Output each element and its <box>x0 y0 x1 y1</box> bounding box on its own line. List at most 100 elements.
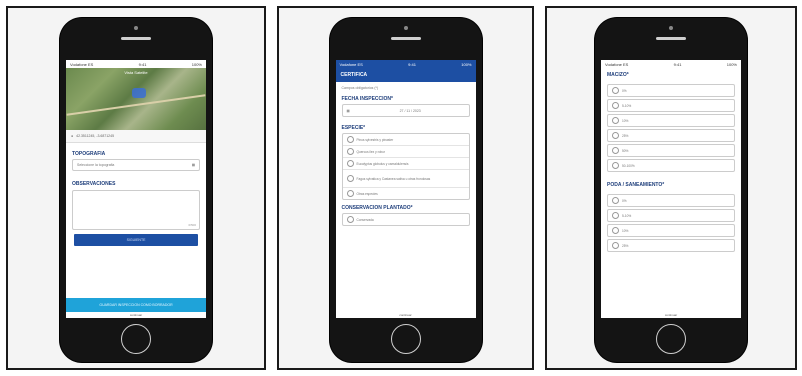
status-bar: Vodafone ES 9:41 100% <box>601 60 741 68</box>
screenshot-panel-2: Vodafone ES 9:41 100% CERTIFICA Campos o… <box>277 6 534 370</box>
screenshot-panel-1: Vodafone ES 9:41 100% Vista Satelite ● 4… <box>6 6 266 370</box>
conservacion-title: CONSERVACION PLANTADO* <box>341 205 413 211</box>
macizo-option[interactable]: 0% <box>607 84 735 97</box>
option-label: 50-100% <box>622 163 635 168</box>
especie-option[interactable]: Fagus sylvatica y Castanea sativa u otra… <box>342 170 469 188</box>
fecha-input[interactable]: ▦ 27 / 11 / 2023 <box>341 104 470 117</box>
bottom-label: continuar <box>129 313 143 317</box>
observaciones-title: OBSERVACIONES <box>72 181 116 187</box>
option-label: 5-10% <box>622 103 632 108</box>
parcel-marker[interactable] <box>132 88 146 98</box>
especie-options: Pinus sylvestris y pinaster Quercus ilex… <box>341 133 470 200</box>
option-label: 0% <box>622 88 627 93</box>
carrier-label: Vodafone ES <box>70 61 94 67</box>
especie-option[interactable]: Pinus sylvestris y pinaster <box>342 134 469 146</box>
radio-icon <box>612 227 619 234</box>
especie-title: ESPECIE* <box>341 125 366 131</box>
required-hint: Campos obligatorios (*) <box>341 86 379 90</box>
option-label: 25% <box>622 243 629 248</box>
front-camera <box>669 26 673 30</box>
macizo-option[interactable]: 25% <box>607 129 735 142</box>
status-bar: Vodafone ES 9:41 100% <box>335 60 476 68</box>
radio-icon <box>346 216 354 223</box>
radio-icon <box>346 160 354 167</box>
topografia-select[interactable]: Seleccione la topografia ▦ <box>72 159 200 171</box>
home-button[interactable] <box>121 324 151 354</box>
option-label: 5-10% <box>622 213 632 218</box>
fecha-value: 27 / 11 / 2023 <box>399 108 421 113</box>
radio-icon <box>612 242 619 249</box>
option-label: 0% <box>622 198 627 203</box>
macizo-option[interactable]: 5-10% <box>607 99 735 112</box>
poda-option[interactable]: 0% <box>607 194 735 207</box>
phone-frame: Vodafone ES 9:41 100% Vista Satelite ● 4… <box>60 18 212 362</box>
phone-frame: Vodafone ES 9:41 100% CERTIFICA Campos o… <box>329 18 482 362</box>
poda-option[interactable]: 5-10% <box>607 209 735 222</box>
status-time: 9:41 <box>138 61 147 67</box>
home-button[interactable] <box>656 324 686 354</box>
radio-icon <box>612 197 619 204</box>
radio-icon <box>612 117 619 124</box>
char-counter: 0/500 <box>188 223 196 227</box>
carrier-label: Vodafone ES <box>339 61 363 67</box>
radio-icon <box>346 190 354 197</box>
radio-icon <box>346 175 354 182</box>
bottom-label: continuar <box>399 313 412 317</box>
radio-icon <box>346 136 354 143</box>
next-button[interactable]: SIGUIENTE <box>74 234 198 246</box>
front-camera <box>134 26 138 30</box>
battery-label: 100% <box>461 61 472 67</box>
conservacion-options: Conservada <box>341 213 470 226</box>
coordinates-text: 42.3511245, -3.6871245 <box>76 134 115 138</box>
macizo-option[interactable]: 50-100% <box>607 159 735 172</box>
poda-option[interactable]: 25% <box>607 239 735 252</box>
poda-option[interactable]: 10% <box>607 224 735 237</box>
app-bar: CERTIFICA <box>335 68 476 82</box>
option-label: Eucalyptus globulus y camaldulensis <box>356 161 409 166</box>
option-label: Pinus sylvestris y pinaster <box>356 137 394 142</box>
dropdown-icon: ▦ <box>191 163 195 167</box>
option-label: 25% <box>622 133 629 138</box>
location-pin-icon: ● <box>71 134 74 138</box>
radio-icon <box>612 212 619 219</box>
front-camera <box>403 26 408 30</box>
bottom-label: continuar <box>664 313 678 317</box>
radio-icon <box>346 148 354 155</box>
option-label: 10% <box>622 228 629 233</box>
calendar-icon: ▦ <box>346 108 350 113</box>
conservacion-option[interactable]: Conservada <box>343 214 469 225</box>
option-label: 10% <box>622 118 629 123</box>
status-time: 9:41 <box>408 61 416 67</box>
battery-label: 100% <box>726 61 737 67</box>
earpiece-speaker <box>656 37 686 40</box>
phone-screen: Vodafone ES 9:41 100% MACIZO* 0% 5-10% 1… <box>601 60 741 318</box>
observaciones-textarea[interactable]: 0/500 <box>72 190 200 230</box>
topografia-title: TOPOGRAFIA <box>72 151 106 157</box>
macizo-option[interactable]: 10% <box>607 114 735 127</box>
coordinates-row: ● 42.3511245, -3.6871245 <box>66 130 206 143</box>
earpiece-speaker <box>121 37 151 40</box>
phone-screen: Vodafone ES 9:41 100% Vista Satelite ● 4… <box>66 60 206 318</box>
option-label: 50% <box>622 148 629 153</box>
phone-frame: Vodafone ES 9:41 100% MACIZO* 0% 5-10% 1… <box>595 18 747 362</box>
especie-option[interactable]: Quercus ilex y robur <box>342 146 469 158</box>
topografia-placeholder: Seleccione la topografia <box>77 163 115 167</box>
status-time: 9:41 <box>673 61 682 67</box>
satellite-map[interactable]: Vista Satelite <box>66 68 206 130</box>
map-label: Vista Satelite <box>124 70 148 75</box>
fecha-title: FECHA INSPECCION* <box>341 96 394 102</box>
radio-icon <box>612 147 619 154</box>
home-button[interactable] <box>390 324 421 354</box>
screenshot-panel-3: Vodafone ES 9:41 100% MACIZO* 0% 5-10% 1… <box>545 6 797 370</box>
especie-option[interactable]: Eucalyptus globulus y camaldulensis <box>342 158 469 170</box>
especie-option[interactable]: Otras especies <box>343 188 469 199</box>
app-title: CERTIFICA <box>340 72 368 78</box>
radio-icon <box>612 162 619 169</box>
radio-icon <box>612 132 619 139</box>
status-bar: Vodafone ES 9:41 100% <box>66 60 206 68</box>
radio-icon <box>612 102 619 109</box>
carrier-label: Vodafone ES <box>605 61 629 67</box>
macizo-option[interactable]: 50% <box>607 144 735 157</box>
phone-screen: Vodafone ES 9:41 100% CERTIFICA Campos o… <box>335 60 476 318</box>
save-draft-button[interactable]: GUARDAR INSPECCION COMO BORRADOR <box>66 298 206 312</box>
